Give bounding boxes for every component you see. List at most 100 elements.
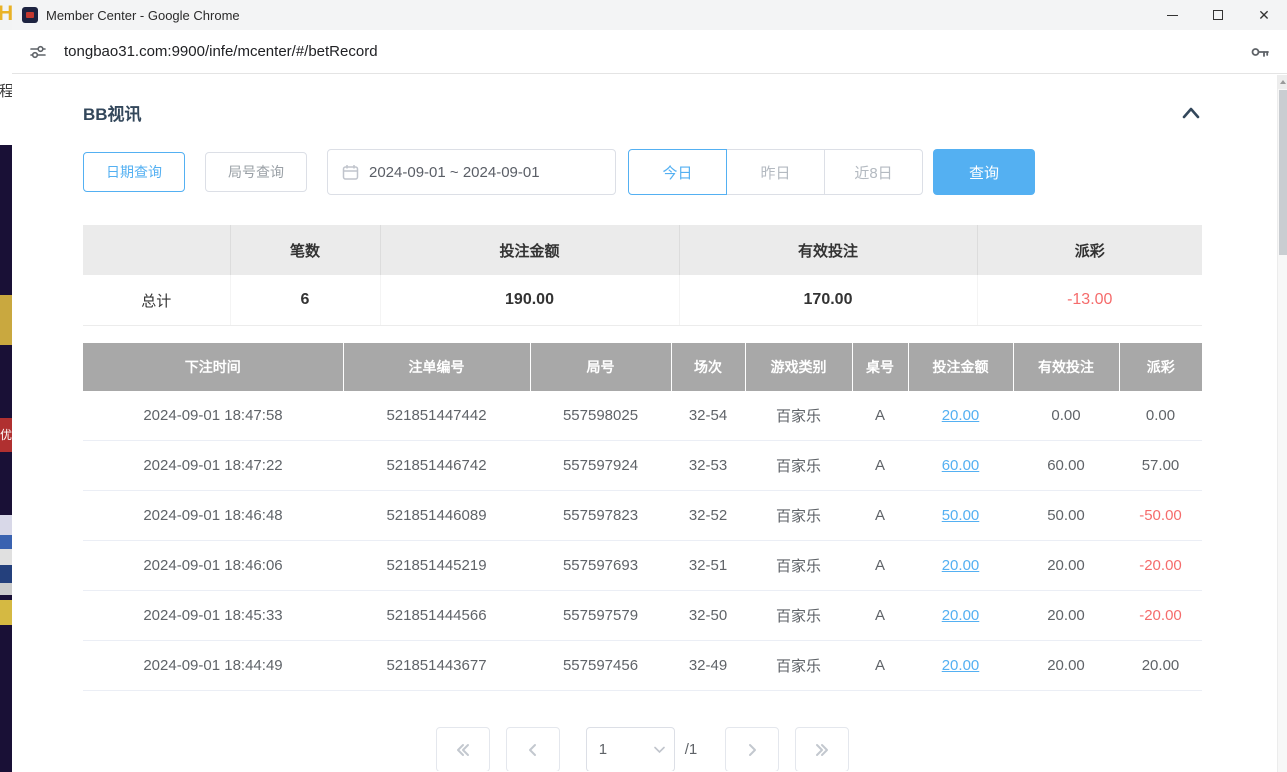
page-scrollbar[interactable]	[1277, 75, 1287, 772]
background-title-fragment: H	[0, 0, 12, 30]
bet-table-header-row: 下注时间注单编号局号场次游戏类别桌号投注金额有效投注派彩	[83, 343, 1202, 391]
url-bar[interactable]: tongbao31.com:9900/infe/mcenter/#/betRec…	[12, 30, 1287, 74]
table-cell: A	[852, 391, 908, 441]
site-settings-icon[interactable]	[28, 42, 48, 62]
table-cell: 557597693	[530, 541, 671, 591]
browser-window: Member Center - Google Chrome ✕ tongbao3…	[12, 0, 1287, 772]
minimize-button[interactable]	[1149, 0, 1195, 30]
bet-record-table: 下注时间注单编号局号场次游戏类别桌号投注金额有效投注派彩 2024-09-01 …	[83, 343, 1202, 691]
url-text[interactable]: tongbao31.com:9900/infe/mcenter/#/betRec…	[64, 43, 378, 60]
table-cell: 20.00	[908, 641, 1013, 691]
page-total-label: /1	[685, 741, 698, 758]
last-page-button[interactable]	[795, 727, 849, 771]
scroll-up-arrow-icon	[1280, 80, 1286, 84]
site-favicon-icon	[22, 7, 38, 23]
last-8-days-button[interactable]: 近8日	[824, 149, 923, 195]
table-cell: 百家乐	[745, 591, 852, 641]
summary-header-cell: 有效投注	[679, 225, 977, 275]
bet-amount-link[interactable]: 60.00	[942, 457, 980, 474]
summary-header-cell: 派彩	[977, 225, 1202, 275]
table-cell: 百家乐	[745, 491, 852, 541]
table-cell: 521851446089	[343, 491, 530, 541]
table-cell: 2024-09-01 18:47:58	[83, 391, 343, 441]
table-cell: 百家乐	[745, 541, 852, 591]
previous-page-button[interactable]	[506, 727, 560, 771]
filter-row: 日期查询 局号查询 2024-09-01 ~ 2024-09-01 今日 昨日 …	[83, 149, 1202, 195]
bet-table-header-cell: 投注金额	[908, 343, 1013, 391]
table-cell: 20.00	[1013, 641, 1119, 691]
table-cell: -20.00	[1119, 541, 1202, 591]
page-number-select[interactable]: 1	[586, 727, 675, 771]
yesterday-button[interactable]: 昨日	[726, 149, 825, 195]
table-cell: 32-50	[671, 591, 745, 641]
summary-header-cell: 投注金额	[380, 225, 679, 275]
summary-header-row: 笔数投注金额有效投注派彩	[83, 225, 1202, 275]
background-color-block	[0, 565, 12, 583]
table-cell: 60.00	[908, 441, 1013, 491]
window-title: Member Center - Google Chrome	[46, 8, 240, 23]
first-page-button[interactable]	[436, 727, 490, 771]
maximize-icon	[1213, 10, 1223, 20]
table-cell: 0.00	[1013, 391, 1119, 441]
round-query-tab[interactable]: 局号查询	[205, 152, 307, 192]
date-range-input[interactable]: 2024-09-01 ~ 2024-09-01	[327, 149, 616, 195]
table-cell: 2024-09-01 18:47:22	[83, 441, 343, 491]
table-cell: 557597456	[530, 641, 671, 691]
bet-amount-link[interactable]: 50.00	[942, 507, 980, 524]
table-cell: 20.00	[1013, 541, 1119, 591]
bet-amount-link[interactable]: 20.00	[942, 657, 980, 674]
table-cell: 557597823	[530, 491, 671, 541]
summary-value-cell: 6	[230, 275, 380, 326]
table-cell: A	[852, 641, 908, 691]
table-cell: 521851445219	[343, 541, 530, 591]
pagination: 1 /1	[83, 727, 1202, 771]
bet-table-header-cell: 桌号	[852, 343, 908, 391]
bet-amount-link[interactable]: 20.00	[942, 607, 980, 624]
today-button[interactable]: 今日	[628, 149, 727, 195]
table-cell: 521851443677	[343, 641, 530, 691]
table-row: 2024-09-01 18:46:06521851445219557597693…	[83, 541, 1202, 591]
scrollbar-thumb[interactable]	[1279, 90, 1287, 255]
table-cell: 557597924	[530, 441, 671, 491]
bet-amount-link[interactable]: 20.00	[942, 407, 980, 424]
background-dark-area: 优	[0, 145, 12, 772]
password-key-icon[interactable]	[1249, 41, 1271, 63]
summary-value-cell: 总计	[83, 275, 230, 326]
scroll-up-button[interactable]	[1278, 75, 1287, 89]
next-page-button[interactable]	[725, 727, 779, 771]
screen: H 程 优 Member Center - Google Chrome ✕	[0, 0, 1287, 772]
table-row: 2024-09-01 18:47:58521851447442557598025…	[83, 391, 1202, 441]
bet-amount-link[interactable]: 20.00	[942, 557, 980, 574]
background-text-fragment: 程	[0, 80, 12, 101]
close-icon: ✕	[1258, 8, 1270, 22]
table-cell: 2024-09-01 18:45:33	[83, 591, 343, 641]
background-window-strip: H 程 优	[0, 0, 12, 772]
close-button[interactable]: ✕	[1241, 0, 1287, 30]
collapse-chevron-up-icon[interactable]	[1180, 104, 1202, 122]
table-cell: 57.00	[1119, 441, 1202, 491]
bet-table-header-cell: 派彩	[1119, 343, 1202, 391]
table-cell: A	[852, 441, 908, 491]
background-color-block	[0, 600, 12, 625]
table-cell: 百家乐	[745, 391, 852, 441]
table-cell: 20.00	[908, 541, 1013, 591]
background-color-block	[0, 583, 12, 595]
minimize-icon	[1167, 15, 1178, 16]
maximize-button[interactable]	[1195, 0, 1241, 30]
table-cell: 32-52	[671, 491, 745, 541]
date-query-tab[interactable]: 日期查询	[83, 152, 185, 192]
chevron-left-icon	[524, 741, 542, 759]
table-cell: 50.00	[1013, 491, 1119, 541]
table-cell: 32-51	[671, 541, 745, 591]
summary-value-cell: -13.00	[977, 275, 1202, 326]
summary-header-cell	[83, 225, 230, 275]
table-row: 2024-09-01 18:45:33521851444566557597579…	[83, 591, 1202, 641]
bet-table-header-cell: 有效投注	[1013, 343, 1119, 391]
table-cell: 百家乐	[745, 641, 852, 691]
background-color-block: 优	[0, 418, 12, 452]
quick-range-group: 今日 昨日 近8日	[628, 149, 923, 195]
table-cell: 60.00	[1013, 441, 1119, 491]
table-cell: 521851444566	[343, 591, 530, 641]
table-cell: A	[852, 541, 908, 591]
search-button[interactable]: 查询	[933, 149, 1035, 195]
